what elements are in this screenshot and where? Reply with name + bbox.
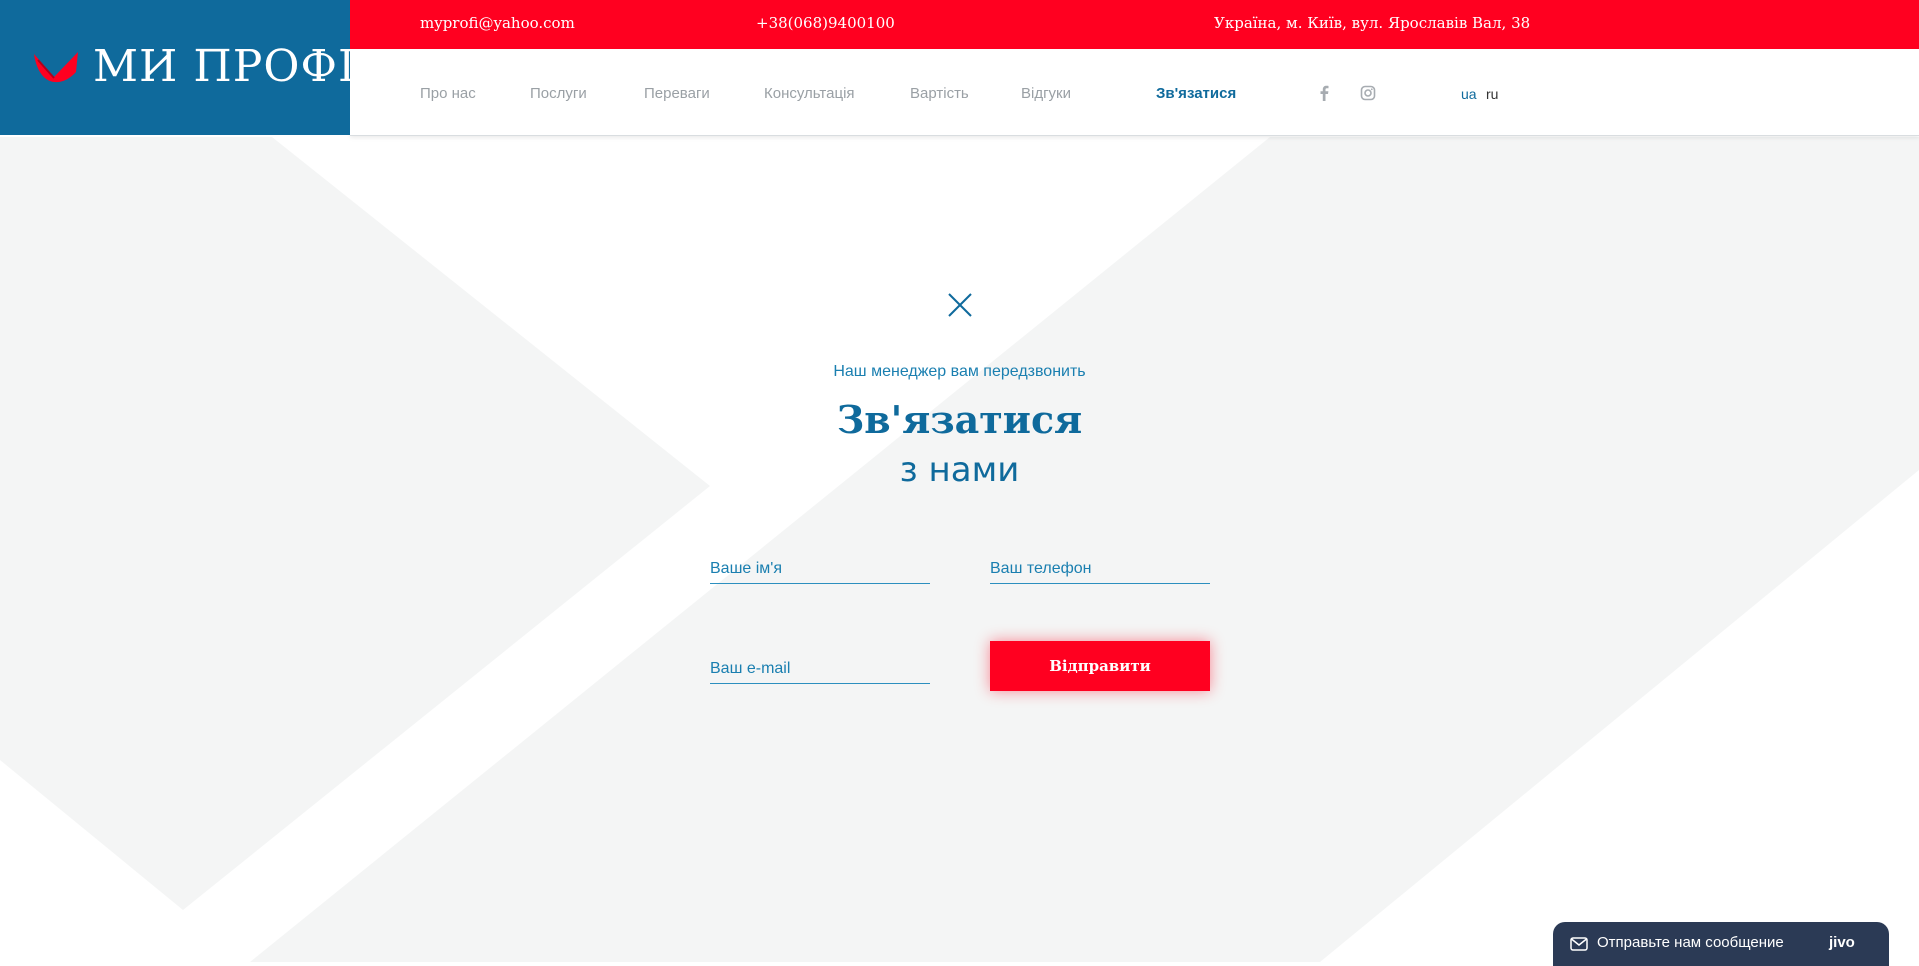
nav-item-reviews[interactable]: Відгуки [1021,85,1071,103]
lang-ua[interactable]: ua [1461,86,1477,102]
logo-text: МИ ПРОФІ [93,41,357,92]
form-subtitle: Наш менеджер вам передзвонить [833,363,1086,380]
top-contact-bar: myprofi@yahoo.com +38(068)9400100 Україн… [350,0,1919,49]
contact-email[interactable]: myprofi@yahoo.com [420,14,575,32]
submit-button[interactable]: Відправити [990,641,1210,691]
phone-input[interactable] [990,555,1210,584]
instagram-icon[interactable] [1360,84,1376,102]
name-input[interactable] [710,555,930,584]
contact-phone[interactable]: +38(068)9400100 [756,14,895,32]
form-title-second-line: з нами [899,450,1020,490]
contact-address: Україна, м. Київ, вул. Ярославів Вал, 38 [1214,14,1531,32]
nav-item-pricing[interactable]: Вартість [910,85,969,103]
facebook-icon[interactable] [1316,84,1332,102]
close-icon[interactable] [947,292,973,318]
nav-item-advantages[interactable]: Переваги [644,85,710,103]
site-logo[interactable]: МИ ПРОФІ [0,0,355,135]
chat-brand: jivo [1829,934,1855,951]
nav-item-contact[interactable]: Зв'язатися [1156,85,1236,103]
envelope-icon [1570,937,1588,951]
chat-widget[interactable]: Отправьте нам сообщение jivo [1553,922,1889,966]
nav-item-services[interactable]: Послуги [530,85,587,103]
nav-item-consultation[interactable]: Консультація [764,85,855,103]
form-title: Зв'язатися [836,397,1083,442]
email-input[interactable] [710,655,930,684]
chat-message: Отправьте нам сообщение [1597,934,1784,951]
wings-icon [34,52,78,83]
lang-ru[interactable]: ru [1486,86,1498,102]
main-navigation: Про нас Послуги Переваги Консультація Ва… [350,49,1919,136]
nav-item-about[interactable]: Про нас [420,85,476,103]
